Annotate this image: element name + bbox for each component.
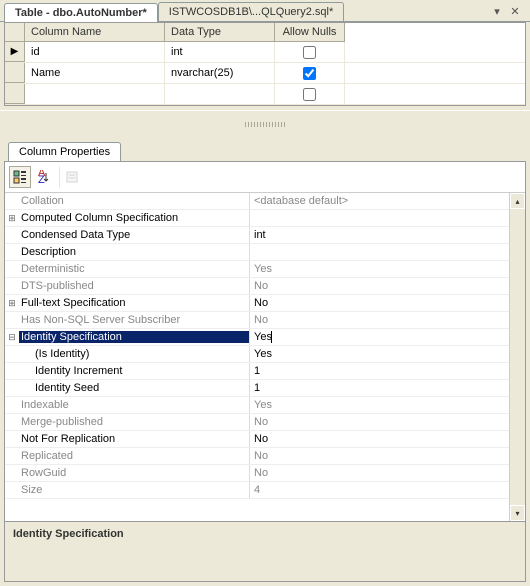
alphabetical-view-button[interactable]: AZ [33,166,55,188]
property-value[interactable]: 4 [249,482,509,498]
table-row[interactable]: Namenvarchar(25) [5,63,525,84]
tab-menu-icon[interactable]: ▾ [490,5,504,19]
allow-nulls-checkbox[interactable] [303,46,316,59]
table-row[interactable] [5,84,525,105]
property-value[interactable]: Yes [249,346,509,362]
property-name: (Is Identity) [19,348,249,360]
property-name: Indexable [19,399,249,411]
allow-nulls-checkbox[interactable] [303,88,316,101]
property-row[interactable]: Condensed Data Typeint [5,227,509,244]
data-type-cell[interactable] [165,84,275,104]
property-row[interactable]: ⊟Identity SpecificationYes [5,329,509,346]
property-name: DTS-published [19,280,249,292]
property-row[interactable]: Has Non-SQL Server SubscriberNo [5,312,509,329]
property-name: Collation [19,195,249,207]
properties-page-button [59,166,81,188]
property-value[interactable]: No [249,448,509,464]
categorized-view-button[interactable] [9,166,31,188]
property-value[interactable]: Yes [249,329,509,345]
property-row[interactable]: Collation<database default> [5,193,509,210]
property-value[interactable]: 1 [249,363,509,379]
property-name: Computed Column Specification [19,212,249,224]
property-name: Identity Specification [19,331,249,343]
property-value[interactable]: int [249,227,509,243]
header-allow-nulls[interactable]: Allow Nulls [275,23,345,42]
property-row[interactable]: ⊞Computed Column Specification [5,210,509,227]
table-row[interactable]: ▶ idint [5,42,525,63]
header-data-type[interactable]: Data Type [165,23,275,42]
row-selector[interactable] [5,84,25,104]
allow-nulls-cell[interactable] [275,84,345,104]
property-value[interactable]: 1 [249,380,509,396]
splitter[interactable] [0,110,530,138]
tab-column-properties[interactable]: Column Properties [8,142,121,161]
property-row[interactable]: Size4 [5,482,509,499]
current-row-indicator-icon: ▶ [11,46,19,57]
column-name-cell[interactable]: Name [25,63,165,83]
property-value[interactable] [249,210,509,226]
data-type-cell[interactable]: int [165,42,275,62]
property-name: RowGuid [19,467,249,479]
scroll-up-icon[interactable]: ▴ [510,193,525,209]
property-name: Replicated [19,450,249,462]
collapse-icon[interactable]: ⊟ [5,332,19,343]
property-value[interactable]: No [249,431,509,447]
property-row[interactable]: ⊞Full-text SpecificationNo [5,295,509,312]
property-row[interactable]: Identity Increment1 [5,363,509,380]
property-name: Description [19,246,249,258]
property-value[interactable]: No [249,278,509,294]
row-selector[interactable] [5,63,25,83]
close-icon[interactable]: ✕ [508,5,522,19]
property-value[interactable]: <database default> [249,193,509,209]
property-value[interactable]: Yes [249,397,509,413]
property-name: Merge-published [19,416,249,428]
allow-nulls-cell[interactable] [275,63,345,83]
property-row[interactable]: DeterministicYes [5,261,509,278]
property-name: Not For Replication [19,433,249,445]
property-row[interactable]: (Is Identity)Yes [5,346,509,363]
table-designer-grid[interactable]: Column Name Data Type Allow Nulls ▶ idint… [4,22,526,106]
property-row[interactable]: IndexableYes [5,397,509,414]
property-row[interactable]: ReplicatedNo [5,448,509,465]
property-value[interactable]: No [249,414,509,430]
property-name: Condensed Data Type [19,229,249,241]
scroll-down-icon[interactable]: ▾ [510,505,525,521]
property-name: Has Non-SQL Server Subscriber [19,314,249,326]
property-row[interactable]: Merge-publishedNo [5,414,509,431]
property-value[interactable]: No [249,295,509,311]
property-name: Identity Seed [19,382,249,394]
property-row[interactable]: RowGuidNo [5,465,509,482]
header-column-name[interactable]: Column Name [25,23,165,42]
column-name-cell[interactable]: id [25,42,165,62]
property-name: Full-text Specification [19,297,249,309]
svg-text:Z: Z [38,174,45,184]
property-row[interactable]: DTS-publishedNo [5,278,509,295]
row-selector[interactable]: ▶ [5,42,25,62]
property-description-title: Identity Specification [13,528,517,540]
column-name-cell[interactable] [25,84,165,104]
allow-nulls-checkbox[interactable] [303,67,316,80]
property-value[interactable]: No [249,465,509,481]
expand-icon[interactable]: ⊞ [5,298,19,309]
vertical-scrollbar[interactable]: ▴ ▾ [509,193,525,521]
row-selector-header [5,23,25,42]
property-description-pane: Identity Specification [5,521,525,581]
property-value[interactable] [249,244,509,260]
data-type-cell[interactable]: nvarchar(25) [165,63,275,83]
property-name: Identity Increment [19,365,249,377]
property-row[interactable]: Description [5,244,509,261]
expand-icon[interactable]: ⊞ [5,213,19,224]
tab-table-designer[interactable]: Table - dbo.AutoNumber* [4,3,158,22]
tab-query[interactable]: ISTWCOSDB1B\...QLQuery2.sql* [158,2,344,21]
property-name: Deterministic [19,263,249,275]
property-row[interactable]: Not For ReplicationNo [5,431,509,448]
property-grid[interactable]: Collation<database default>⊞Computed Col… [5,193,525,521]
allow-nulls-cell[interactable] [275,42,345,62]
property-value[interactable]: Yes [249,261,509,277]
property-value[interactable]: No [249,312,509,328]
property-row[interactable]: Identity Seed1 [5,380,509,397]
property-name: Size [19,484,249,496]
